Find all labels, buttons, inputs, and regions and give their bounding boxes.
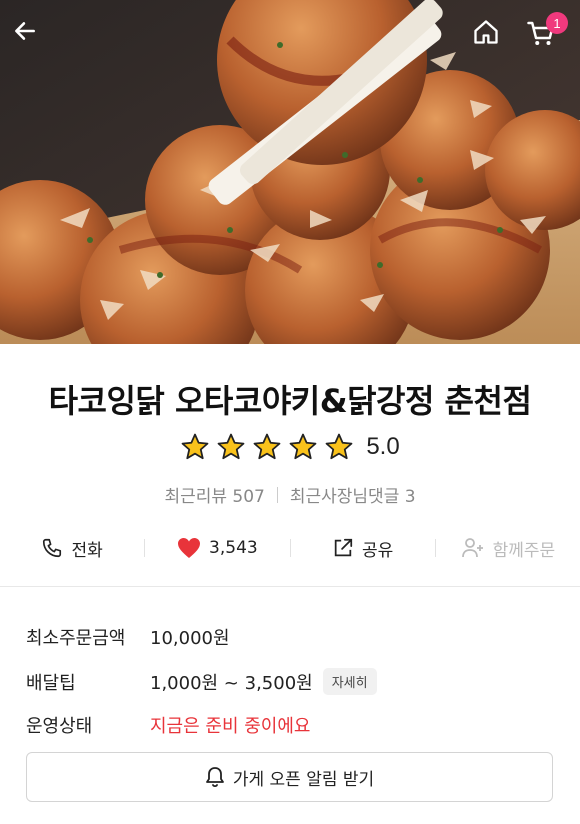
likes-count: 3,543 bbox=[209, 538, 258, 558]
status-row: 운영상태 지금은 준비 중이에요 bbox=[26, 712, 310, 738]
review-summary: 최근리뷰 507 최근사장님댓글 3 bbox=[0, 482, 580, 507]
cart-button[interactable]: 1 bbox=[526, 12, 568, 58]
star-icon bbox=[217, 433, 245, 460]
section-divider bbox=[0, 586, 580, 587]
group-order-button[interactable]: 함께주문 bbox=[436, 524, 580, 572]
min-order-label: 최소주문금액 bbox=[26, 628, 126, 649]
back-button[interactable] bbox=[12, 18, 52, 58]
store-name: 타코잉닭 오타코야키&닭강정 춘천점 bbox=[48, 382, 532, 420]
rating-value: 5.0 bbox=[366, 433, 400, 460]
share-button[interactable]: 공유 bbox=[291, 524, 435, 572]
share-label: 공유 bbox=[361, 540, 394, 561]
bell-icon bbox=[205, 767, 224, 788]
phone-icon bbox=[43, 538, 62, 558]
group-order-label: 함께주문 bbox=[492, 540, 556, 561]
status-label: 운영상태 bbox=[26, 716, 93, 737]
like-button[interactable]: 3,543 bbox=[145, 524, 289, 572]
owner-replies-link[interactable]: 최근사장님댓글 3 bbox=[290, 482, 416, 507]
star-icon bbox=[181, 433, 209, 460]
min-order-row: 최소주문금액 10,000원 bbox=[26, 624, 230, 650]
delivery-tip-row: 배달팁 1,000원 ~ 3,500원 자세히 bbox=[26, 668, 377, 695]
delivery-tip-value: 1,000원 ~ 3,500원 bbox=[150, 672, 313, 694]
open-notification-button[interactable]: 가게 오픈 알림 받기 bbox=[26, 752, 553, 802]
divider bbox=[276, 486, 278, 503]
home-button[interactable] bbox=[472, 18, 512, 58]
rating-row: 5.0 bbox=[0, 432, 580, 462]
action-bar: 전화 3,543 공유 함께주문 bbox=[0, 524, 580, 572]
home-icon bbox=[474, 20, 498, 44]
call-label: 전화 bbox=[71, 540, 103, 561]
recent-reviews-link[interactable]: 최근리뷰 507 bbox=[164, 482, 264, 507]
notify-label: 가게 오픈 알림 받기 bbox=[232, 769, 375, 790]
call-button[interactable]: 전화 bbox=[0, 524, 144, 572]
share-icon bbox=[334, 538, 353, 557]
heart-icon bbox=[178, 538, 201, 558]
store-hero-image: 1 bbox=[0, 0, 580, 344]
back-arrow-icon bbox=[15, 22, 35, 40]
delivery-tip-detail-button[interactable]: 자세히 bbox=[322, 668, 377, 695]
cart-count-badge: 1 bbox=[546, 12, 568, 34]
delivery-tip-label: 배달팁 bbox=[26, 672, 76, 694]
star-icon bbox=[325, 433, 353, 460]
star-icon bbox=[289, 433, 317, 460]
star-icon bbox=[253, 433, 281, 460]
status-value: 지금은 준비 중이에요 bbox=[150, 716, 311, 737]
min-order-value: 10,000원 bbox=[150, 628, 230, 649]
add-person-icon bbox=[461, 538, 483, 558]
